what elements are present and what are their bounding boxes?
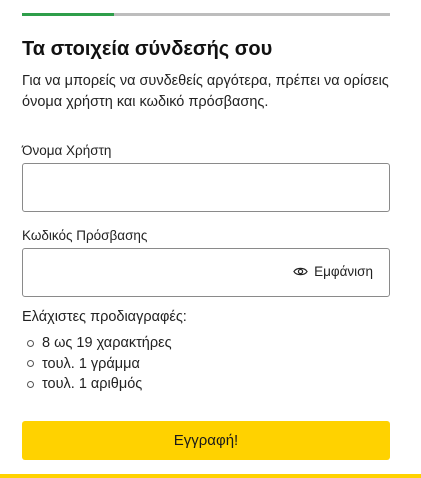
circle-bullet-icon	[27, 339, 34, 347]
username-label: Όνομα Χρήστη	[22, 143, 112, 158]
step-progress-fill	[22, 13, 114, 16]
bottom-accent-bar	[0, 474, 421, 478]
eye-icon	[293, 267, 308, 276]
requirement-item: τουλ. 1 αριθμός	[27, 374, 172, 395]
page-title: Τα στοιχεία σύνδεσής σου	[22, 38, 273, 60]
show-password-label: Εμφάνιση	[314, 264, 373, 279]
password-label: Κωδικός Πρόσβασης	[22, 228, 148, 243]
circle-bullet-icon	[27, 360, 34, 368]
register-button[interactable]: Εγγραφή!	[22, 421, 390, 460]
password-field[interactable]: Εμφάνιση	[22, 248, 390, 297]
requirement-text: τουλ. 1 γράμμα	[42, 355, 140, 372]
requirement-item: τουλ. 1 γράμμα	[27, 354, 172, 375]
requirements-title: Ελάχιστες προδιαγραφές:	[22, 309, 187, 325]
requirement-item: 8 ως 19 χαρακτήρες	[27, 333, 172, 354]
page-subtitle: Για να μπορείς να συνδεθείς αργότερα, πρ…	[22, 73, 389, 110]
username-field[interactable]	[22, 163, 390, 212]
requirement-text: τουλ. 1 αριθμός	[42, 376, 143, 393]
requirements-list: 8 ως 19 χαρακτήρες τουλ. 1 γράμμα τουλ. …	[27, 333, 172, 395]
requirement-text: 8 ως 19 χαρακτήρες	[42, 335, 172, 352]
circle-bullet-icon	[27, 380, 34, 388]
step-progress-bar	[22, 13, 390, 16]
show-password-toggle[interactable]: Εμφάνιση	[293, 264, 373, 279]
